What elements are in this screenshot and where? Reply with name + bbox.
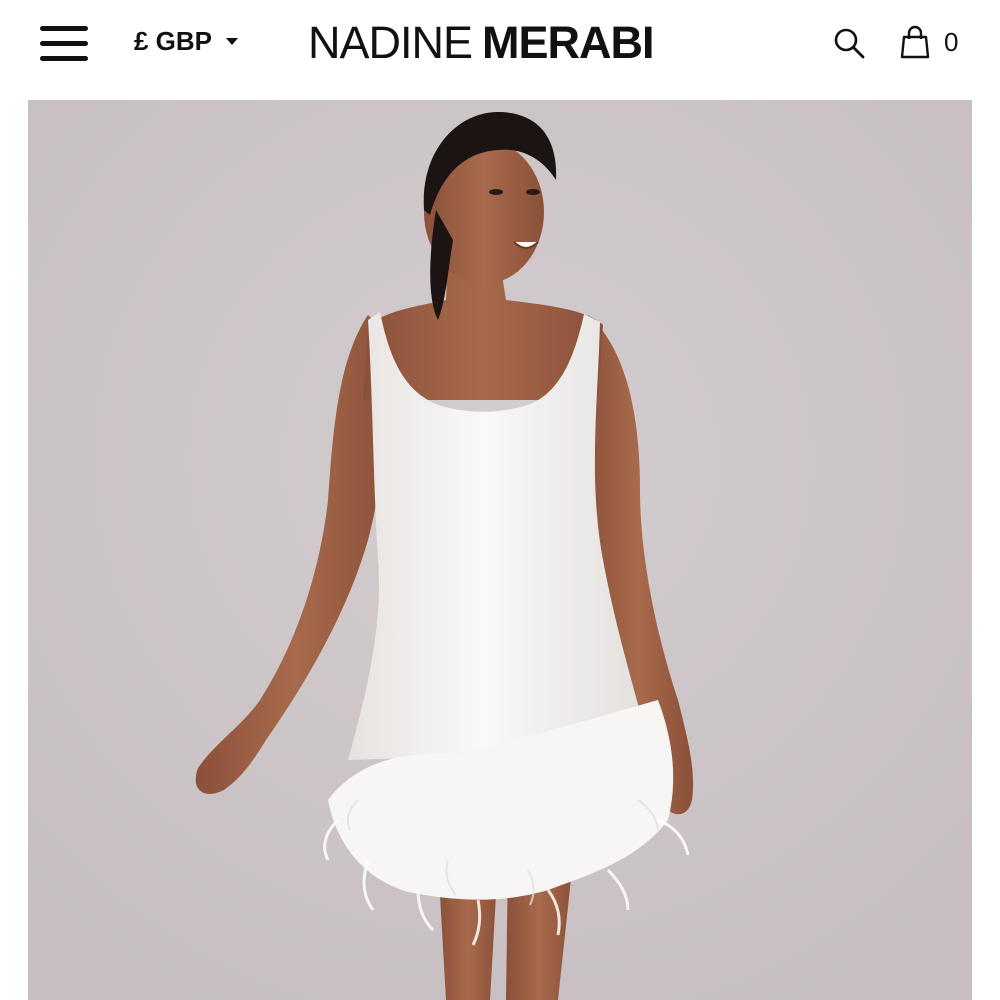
shopping-bag-icon: [900, 25, 930, 59]
search-icon[interactable]: [832, 26, 868, 62]
product-hero-image[interactable]: [28, 100, 972, 1000]
shopping-bag-button[interactable]: 0: [900, 24, 958, 60]
site-header: £ GBP NADINE MERABI 0: [0, 0, 1000, 92]
logo-text-bold: MERABI: [482, 17, 654, 68]
hamburger-menu-icon[interactable]: [40, 24, 90, 64]
currency-label: £ GBP: [134, 25, 213, 56]
chevron-down-icon: [226, 37, 239, 45]
brand-logo[interactable]: NADINE MERABI: [308, 16, 655, 70]
currency-selector[interactable]: £ GBP: [134, 24, 239, 58]
bag-count: 0: [944, 26, 959, 57]
logo-text-light: NADINE: [308, 17, 473, 68]
model-photo: [28, 100, 972, 1000]
